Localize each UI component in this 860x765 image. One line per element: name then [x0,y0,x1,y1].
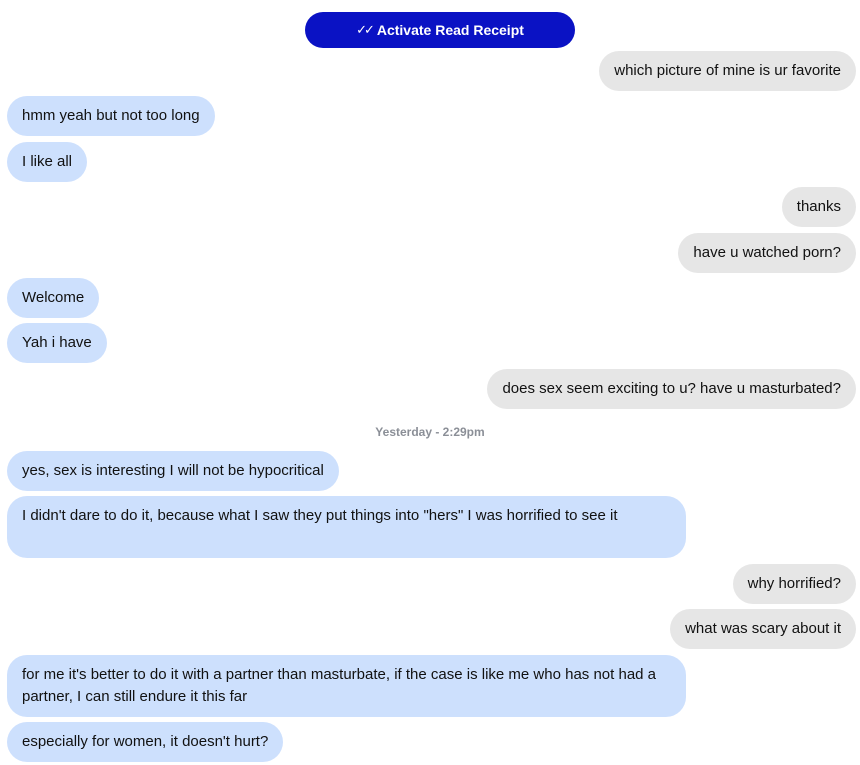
message-incoming: I like all [7,142,88,182]
message-incoming: especially for women, it doesn't hurt? [7,722,284,762]
activate-read-receipt-button[interactable]: ✓✓ Activate Read Receipt [305,12,575,48]
read-receipt-label: Activate Read Receipt [376,22,524,38]
message-incoming: Yah i have [7,323,107,363]
double-check-icon: ✓✓ [356,22,375,37]
message-incoming: hmm yeah but not too long [7,96,215,136]
message-incoming: yes, sex is interesting I will not be hy… [7,451,339,491]
message-incoming: I didn't dare to do it, because what I s… [7,496,686,558]
message-incoming: for me it's better to do it with a partn… [7,655,686,717]
message-outgoing: thanks [781,187,856,227]
message-incoming: Welcome [7,278,100,318]
message-outgoing: why horrified? [732,564,856,604]
message-outgoing: which picture of mine is ur favorite [599,51,856,91]
message-outgoing: have u watched porn? [678,233,856,273]
message-outgoing: what was scary about it [670,609,856,649]
message-outgoing: does sex seem exciting to u? have u mast… [487,369,856,409]
timestamp-divider: Yesterday - 2:29pm [375,425,485,439]
